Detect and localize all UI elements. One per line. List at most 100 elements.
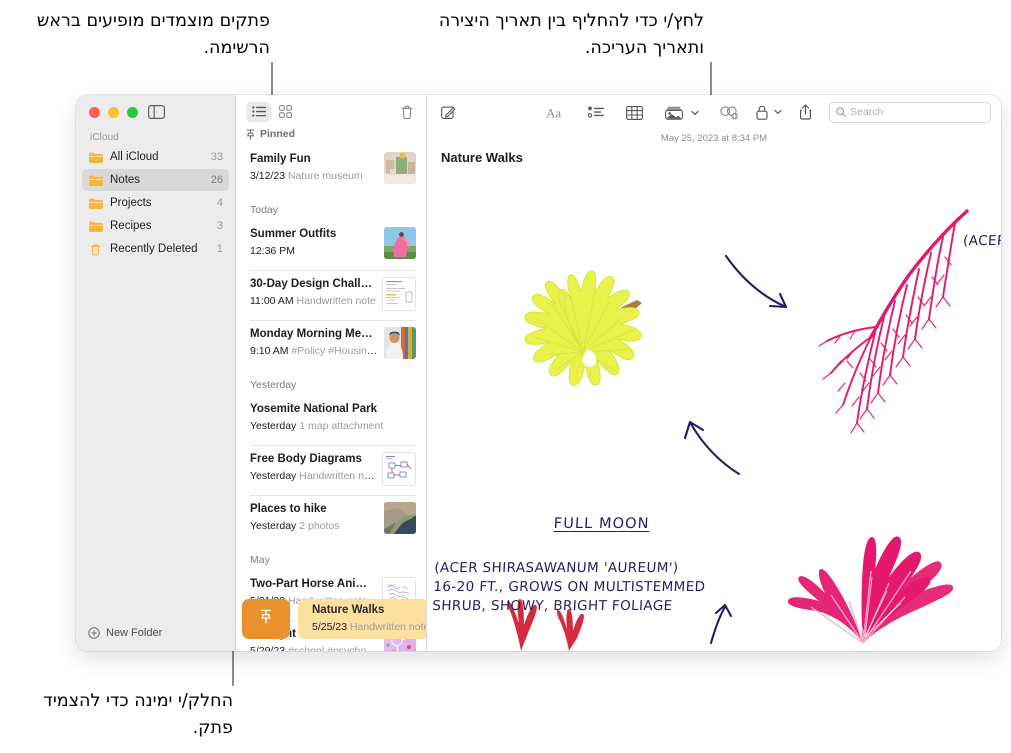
note-meta: Yesterday 1 map attachment	[250, 419, 410, 434]
note-thumbnail	[384, 227, 416, 259]
handwriting-red-dragon: RED DRAGON (ACER PALMATUM 'DISSECTUM ATR…	[927, 192, 1001, 328]
note-thumbnail	[384, 327, 416, 359]
pin-icon	[260, 609, 272, 629]
checklist-icon[interactable]	[588, 102, 604, 124]
sidebar-item-count: 26	[210, 174, 223, 186]
note-toolbar: Aa Search	[427, 95, 1001, 130]
list-item[interactable]: Summer Outfits 12:36 PM	[236, 220, 426, 270]
table-icon[interactable]	[626, 102, 643, 124]
note-meta: 12:36 PM	[250, 244, 378, 259]
minimize-button[interactable]	[108, 107, 119, 118]
note-date: 5/25/23	[312, 620, 348, 633]
window-controls	[89, 107, 138, 118]
collaborate-icon[interactable]	[720, 101, 739, 123]
note-meta: Yesterday Handwritten note	[250, 469, 376, 484]
folder-list: All iCloud 33 Notes 26 Projects 4 Recipe…	[76, 146, 235, 261]
note-date: 9:10 AM	[250, 344, 289, 357]
folder-icon	[88, 197, 103, 210]
sidebar-item-label: Recently Deleted	[110, 243, 198, 255]
note-title: Summer Outfits	[250, 228, 337, 240]
list-item[interactable]: Monday Morning Meeting 9:10 AM #Policy #…	[236, 320, 426, 370]
note-rows: Family Fun 3/12/23 Nature museum Today S…	[236, 145, 426, 651]
close-button[interactable]	[89, 107, 100, 118]
callout-pinned-notes: פתקים מוצמדים מופיעים בראש הרשימה.	[36, 11, 270, 59]
handwriting-full-moon-body: (ACER SHIRASAWANUM 'AUREUM') 16-20 FT., …	[431, 559, 706, 615]
new-folder-label: New Folder	[106, 627, 163, 639]
note-title: 30-Day Design Challen…	[250, 278, 376, 290]
lock-icon[interactable]	[756, 101, 768, 123]
note-date: Yesterday	[250, 519, 297, 532]
format-tools: Aa	[546, 102, 699, 124]
list-item[interactable]: Free Body Diagrams Yesterday Handwritten…	[236, 445, 426, 495]
new-folder-button[interactable]: New Folder	[88, 627, 162, 639]
sidebar-item-projects[interactable]: Projects 4	[82, 192, 229, 214]
note-subtitle: #school #psycholo…	[287, 644, 378, 651]
note-meta: 3/12/23 Nature museum	[250, 169, 378, 184]
list-view-icon[interactable]	[246, 101, 271, 122]
handwriting-full-moon: FULL MOON (ACER SHIRASAWANUM 'AUREUM') 1…	[432, 495, 768, 616]
note-subtitle: Nature museum	[287, 169, 363, 182]
list-item[interactable]: Yosemite National Park Yesterday 1 map a…	[236, 395, 426, 445]
folder-icon	[88, 220, 103, 233]
note-list-pane: Pinned Family Fun 3/12/23 Nature museum	[236, 95, 427, 651]
handwriting-red-dragon-body: (ACER PALMATUM 'DISSECTUM ATROPURPUREUM'…	[962, 232, 1001, 249]
note-subtitle: Handwritten note	[299, 469, 376, 482]
list-item-nature-walks[interactable]: Nature Walks 5/25/23 Handwritten note	[298, 599, 426, 639]
sidebar: iCloud All iCloud 33 Notes 26 Projects 4…	[76, 95, 236, 651]
sidebar-item-recently-deleted[interactable]: Recently Deleted 1	[82, 238, 229, 260]
sidebar-item-label: Recipes	[110, 220, 152, 232]
note-date: 3/12/23	[250, 169, 286, 182]
format-aa-icon[interactable]: Aa	[546, 102, 566, 124]
arrow-to-full-moon-icon	[683, 420, 741, 476]
sidebar-item-all-icloud[interactable]: All iCloud 33	[82, 146, 229, 168]
view-mode-segmented-control	[246, 101, 298, 122]
note-subtitle: #Policy #Housing…	[291, 344, 378, 357]
note-meta: 11:00 AM Handwritten note	[250, 294, 376, 309]
toggle-sidebar-icon[interactable]	[148, 105, 166, 120]
note-subtitle: 1 map attachment	[299, 419, 384, 432]
pin-action-button[interactable]	[242, 599, 290, 639]
search-input[interactable]: Search	[829, 101, 991, 123]
list-item[interactable]: 30-Day Design Challen… 11:00 AM Handwrit…	[236, 270, 426, 320]
note-thumbnail	[382, 452, 416, 486]
note-title: Places to hike	[250, 503, 327, 515]
group-label-may: May	[250, 554, 270, 566]
note-detail-pane: Aa Search May 25, 2023 at 8:34 PM Nature…	[427, 95, 1001, 651]
page-title: Nature Walks	[441, 150, 523, 165]
group-label-yesterday: Yesterday	[250, 379, 297, 391]
sidebar-item-count: 33	[210, 151, 223, 163]
sidebar-item-recipes[interactable]: Recipes 3	[82, 215, 229, 237]
zoom-button[interactable]	[127, 107, 138, 118]
note-date: Yesterday	[250, 419, 297, 432]
chevron-down-icon	[691, 110, 699, 116]
sidebar-item-label: All iCloud	[110, 151, 159, 163]
pinned-label: Pinned	[260, 128, 296, 140]
trash-icon[interactable]	[398, 102, 416, 121]
share-icon[interactable]	[799, 101, 812, 123]
note-thumbnail	[384, 502, 416, 534]
gallery-view-icon[interactable]	[273, 102, 298, 122]
sidebar-item-label: Notes	[110, 174, 141, 186]
group-label-today: Today	[250, 204, 279, 216]
callout-date-toggle: לחץ/י כדי להחליף בין תאריך היצירה ותאריך…	[438, 11, 704, 59]
note-title: Two-Part Horse Anima…	[250, 578, 376, 590]
compose-icon[interactable]	[441, 102, 456, 124]
media-icon[interactable]	[665, 102, 699, 124]
note-thumbnail	[384, 152, 416, 184]
note-subtitle: 2 photos	[299, 519, 340, 532]
sidebar-item-notes[interactable]: Notes 26	[82, 169, 229, 191]
note-date: 5/29/23	[250, 644, 286, 651]
list-item[interactable]: Places to hike Yesterday 2 photos	[236, 495, 426, 545]
note-title: Free Body Diagrams	[250, 453, 362, 465]
arrow-to-red-dragon-icon	[724, 254, 788, 309]
list-item[interactable]: Family Fun 3/12/23 Nature museum	[236, 145, 426, 195]
note-list-toolbar	[236, 95, 426, 128]
handwritten-note-canvas[interactable]: RED DRAGON (ACER PALMATUM 'DISSECTUM ATR…	[427, 167, 1001, 651]
handwriting-full-moon-title: FULL MOON	[553, 516, 650, 533]
note-title: Family Fun	[250, 153, 311, 165]
search-icon	[836, 107, 846, 117]
note-date-stamp[interactable]: May 25, 2023 at 8:34 PM	[427, 133, 1001, 144]
callout-swipe-to-pin: החלק/י ימינה כדי להצמיד פתק.	[43, 691, 233, 739]
folder-icon	[88, 151, 103, 164]
arrow-to-bottom-leaf-icon	[709, 603, 733, 645]
